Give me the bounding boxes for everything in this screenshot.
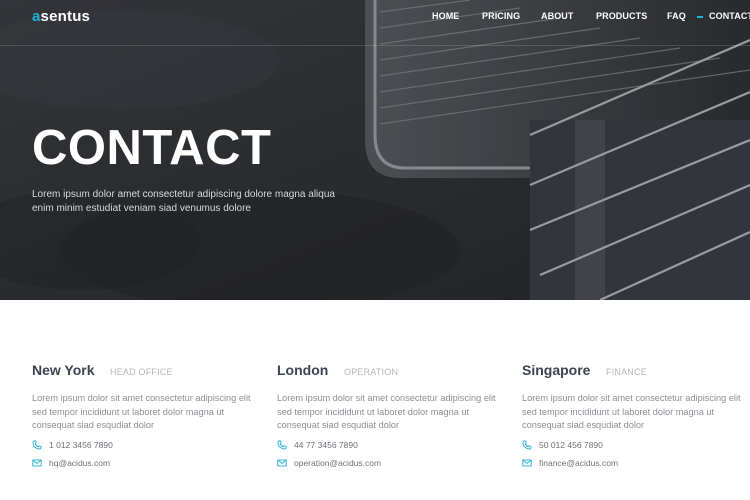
office-description: Lorem ipsum dolor sit amet consectetur a… bbox=[277, 393, 496, 430]
office-description: Lorem ipsum dolor sit amet consectetur a… bbox=[522, 393, 741, 430]
phone-icon bbox=[522, 440, 532, 450]
office-role: HEAD OFFICE bbox=[110, 367, 173, 377]
office-phone[interactable]: 1 012 3456 7890 bbox=[32, 440, 262, 452]
nav-item-home[interactable]: HOME bbox=[432, 11, 459, 21]
office-email[interactable]: finance@acidus.com bbox=[522, 458, 750, 470]
hero-subtitle: Lorem ipsum dolor amet consectetur adipi… bbox=[32, 189, 335, 214]
phone-icon bbox=[277, 440, 287, 450]
email-address: hq@acidus.com bbox=[49, 458, 111, 468]
phone-number: 44 77 3456 7890 bbox=[294, 440, 358, 450]
envelope-icon bbox=[32, 459, 42, 467]
nav-item-contact[interactable]: CONTACT bbox=[696, 11, 750, 21]
envelope-icon bbox=[277, 459, 287, 467]
nav-item-about[interactable]: ABOUT bbox=[541, 11, 574, 21]
office-role: FINANCE bbox=[606, 367, 647, 377]
nav-item-faq[interactable]: FAQ bbox=[667, 11, 686, 21]
office-city: London bbox=[277, 362, 329, 378]
office-phone[interactable]: 50 012 456 7890 bbox=[522, 440, 750, 452]
office-description: Lorem ipsum dolor sit amet consectetur a… bbox=[32, 393, 251, 430]
main-menu: HOME PRICING ABOUT PRODUCTS FAQ CONTACT bbox=[0, 11, 750, 23]
office-card-singapore: Singapore FINANCE Lorem ipsum dolor sit … bbox=[522, 362, 750, 468]
phone-number: 50 012 456 7890 bbox=[539, 440, 603, 450]
nav-item-products[interactable]: PRODUCTS bbox=[596, 11, 647, 21]
phone-icon bbox=[32, 440, 42, 450]
office-city: Singapore bbox=[522, 362, 591, 378]
office-email[interactable]: hq@acidus.com bbox=[32, 458, 262, 470]
hero-section: asentus HOME PRICING ABOUT PRODUCTS FAQ … bbox=[0, 0, 750, 300]
office-card-new-york: New York HEAD OFFICE Lorem ipsum dolor s… bbox=[32, 362, 267, 468]
page-title: CONTACT bbox=[32, 121, 272, 175]
email-address: finance@acidus.com bbox=[539, 458, 619, 468]
office-email[interactable]: operation@acidus.com bbox=[277, 458, 507, 470]
office-city: New York bbox=[32, 362, 95, 378]
phone-number: 1 012 3456 7890 bbox=[49, 440, 113, 450]
nav-item-pricing[interactable]: PRICING bbox=[482, 11, 520, 21]
email-address: operation@acidus.com bbox=[294, 458, 382, 468]
office-card-london: London OPERATION Lorem ipsum dolor sit a… bbox=[277, 362, 512, 468]
top-navigation: asentus HOME PRICING ABOUT PRODUCTS FAQ … bbox=[0, 0, 750, 46]
envelope-icon bbox=[522, 459, 532, 467]
office-phone[interactable]: 44 77 3456 7890 bbox=[277, 440, 507, 452]
office-role: OPERATION bbox=[344, 367, 399, 377]
